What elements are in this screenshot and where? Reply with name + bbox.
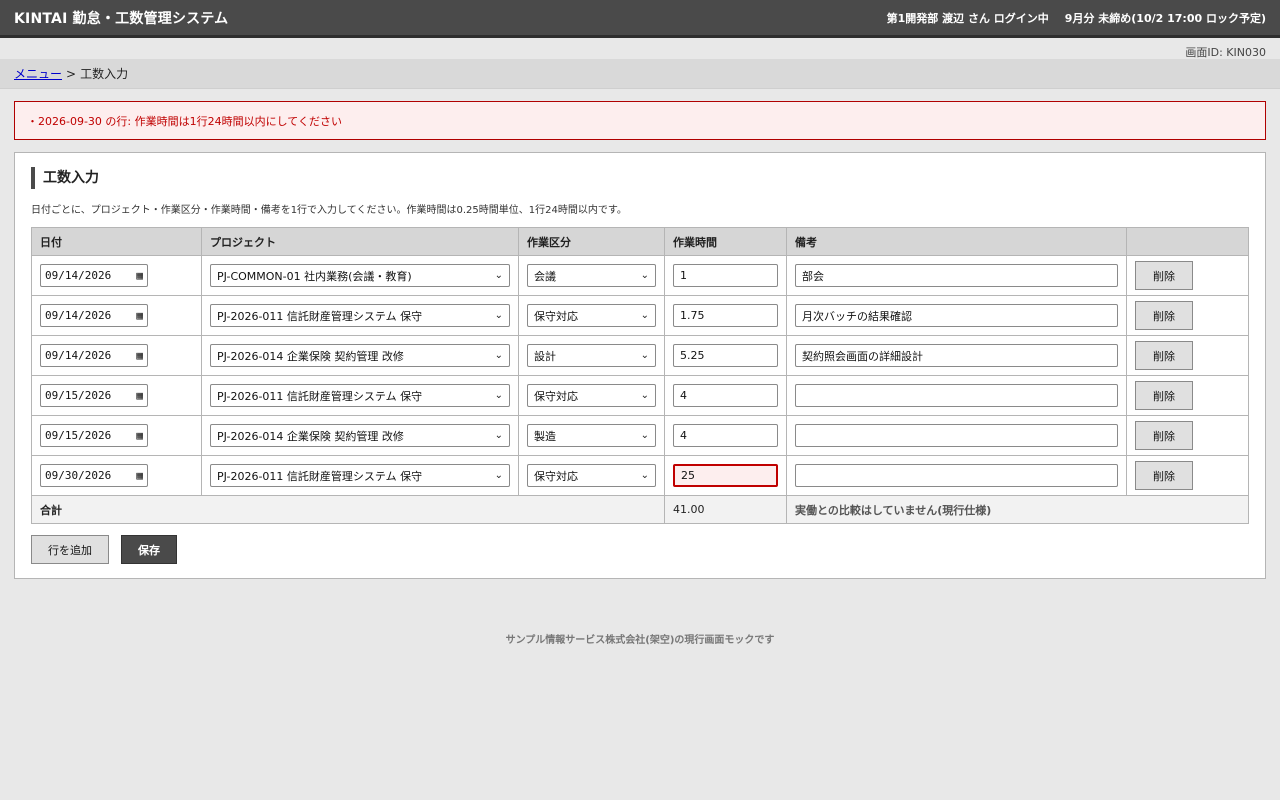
hours-input[interactable]: 4 bbox=[673, 424, 778, 447]
delete-row-button[interactable]: 削除 bbox=[1135, 301, 1193, 330]
action-bar: 行を追加 保存 bbox=[31, 535, 1249, 564]
chevron-down-icon: ⌄ bbox=[640, 350, 649, 361]
total-note: 実働との比較はしていません(現行仕様) bbox=[786, 495, 1249, 524]
hours-input[interactable]: 5.25 bbox=[673, 344, 778, 367]
chevron-down-icon: ⌄ bbox=[640, 270, 649, 281]
delete-row-button[interactable]: 削除 bbox=[1135, 381, 1193, 410]
col-header-note: 備考 bbox=[786, 227, 1127, 256]
breadcrumb: メニュー > 工数入力 bbox=[0, 59, 1280, 89]
task-type-select[interactable]: 保守対応 ⌄ bbox=[527, 304, 656, 327]
work-hours-panel: 工数入力 日付ごとに、プロジェクト・作業区分・作業時間・備考を1行で入力してくだ… bbox=[14, 152, 1266, 579]
project-select[interactable]: PJ-2026-011 信託財産管理システム 保守 ⌄ bbox=[210, 384, 510, 407]
calendar-icon[interactable]: ▦ bbox=[136, 429, 143, 442]
save-button[interactable]: 保存 bbox=[121, 535, 177, 564]
chevron-down-icon: ⌄ bbox=[640, 310, 649, 321]
calendar-icon[interactable]: ▦ bbox=[136, 269, 143, 282]
chevron-down-icon: ⌄ bbox=[494, 270, 503, 281]
chevron-down-icon: ⌄ bbox=[640, 470, 649, 481]
hours-input[interactable]: 1.75 bbox=[673, 304, 778, 327]
col-header-date: 日付 bbox=[31, 227, 202, 256]
breadcrumb-separator: > bbox=[66, 66, 77, 81]
note-input[interactable]: 部会 bbox=[795, 264, 1118, 287]
total-label: 合計 bbox=[31, 495, 665, 524]
calendar-icon[interactable]: ▦ bbox=[136, 349, 143, 362]
chevron-down-icon: ⌄ bbox=[640, 390, 649, 401]
table-header-row: 日付 プロジェクト 作業区分 作業時間 備考 bbox=[31, 227, 1249, 256]
table-row: 09/30/2026 ▦ PJ-2026-011 信託財産管理システム 保守 ⌄ 保… bbox=[31, 455, 1249, 496]
work-hours-table: 日付 プロジェクト 作業区分 作業時間 備考 09/14/2026 ▦ PJ-CO… bbox=[31, 227, 1249, 524]
calendar-icon[interactable]: ▦ bbox=[136, 469, 143, 482]
date-input[interactable]: 09/14/2026 ▦ bbox=[40, 264, 148, 287]
date-input[interactable]: 09/14/2026 ▦ bbox=[40, 344, 148, 367]
delete-row-button[interactable]: 削除 bbox=[1135, 261, 1193, 290]
task-type-select[interactable]: 設計 ⌄ bbox=[527, 344, 656, 367]
table-row: 09/14/2026 ▦ PJ-2026-011 信託財産管理システム 保守 ⌄ 保… bbox=[31, 295, 1249, 336]
note-input[interactable] bbox=[795, 384, 1118, 407]
user-status: 第1開発部 渡辺 さん ログイン中 9月分 未締め(10/2 17:00 ロック… bbox=[887, 10, 1266, 26]
footer-note: サンプル情報サービス株式会社(架空)の現行画面モックです bbox=[505, 635, 775, 646]
task-type-select[interactable]: 会議 ⌄ bbox=[527, 264, 656, 287]
table-row: 09/15/2026 ▦ PJ-2026-014 企業保険 契約管理 改修 ⌄ 製造… bbox=[31, 415, 1249, 456]
chevron-down-icon: ⌄ bbox=[494, 470, 503, 481]
project-select[interactable]: PJ-COMMON-01 社内業務(会議・教育) ⌄ bbox=[210, 264, 510, 287]
hours-input[interactable]: 4 bbox=[673, 384, 778, 407]
delete-row-button[interactable]: 削除 bbox=[1135, 341, 1193, 370]
col-header-project: プロジェクト bbox=[201, 227, 519, 256]
chevron-down-icon: ⌄ bbox=[494, 390, 503, 401]
date-input[interactable]: 09/14/2026 ▦ bbox=[40, 304, 148, 327]
date-input[interactable]: 09/30/2026 ▦ bbox=[40, 464, 148, 487]
chevron-down-icon: ⌄ bbox=[494, 310, 503, 321]
project-select[interactable]: PJ-2026-014 企業保険 契約管理 改修 ⌄ bbox=[210, 344, 510, 367]
hours-input-error[interactable]: 25 bbox=[673, 464, 778, 487]
app-title: KINTAI 勤怠・工数管理システム bbox=[14, 10, 229, 27]
delete-row-button[interactable]: 削除 bbox=[1135, 461, 1193, 490]
panel-title: 工数入力 bbox=[31, 167, 1249, 189]
hours-input[interactable]: 1 bbox=[673, 264, 778, 287]
delete-row-button[interactable]: 削除 bbox=[1135, 421, 1193, 450]
project-select[interactable]: PJ-2026-014 企業保険 契約管理 改修 ⌄ bbox=[210, 424, 510, 447]
total-value: 41.00 bbox=[664, 495, 787, 524]
calendar-icon[interactable]: ▦ bbox=[136, 389, 143, 402]
col-header-task: 作業区分 bbox=[518, 227, 665, 256]
col-header-hours: 作業時間 bbox=[664, 227, 787, 256]
note-input[interactable]: 契約照会画面の詳細設計 bbox=[795, 344, 1118, 367]
note-input[interactable] bbox=[795, 464, 1118, 487]
project-select[interactable]: PJ-2026-011 信託財産管理システム 保守 ⌄ bbox=[210, 304, 510, 327]
login-user: 第1開発部 渡辺 さん ログイン中 bbox=[886, 11, 1049, 25]
task-type-select[interactable]: 保守対応 ⌄ bbox=[527, 384, 656, 407]
project-select[interactable]: PJ-2026-011 信託財産管理システム 保守 ⌄ bbox=[210, 464, 510, 487]
date-input[interactable]: 09/15/2026 ▦ bbox=[40, 424, 148, 447]
table-row: 09/14/2026 ▦ PJ-COMMON-01 社内業務(会議・教育) ⌄ 会議… bbox=[31, 255, 1249, 296]
breadcrumb-menu-link[interactable]: メニュー bbox=[14, 65, 62, 82]
col-header-actions bbox=[1126, 227, 1249, 256]
chevron-down-icon: ⌄ bbox=[494, 430, 503, 441]
note-input[interactable]: 月次バッチの結果確認 bbox=[795, 304, 1118, 327]
table-row: 09/14/2026 ▦ PJ-2026-014 企業保険 契約管理 改修 ⌄ 設計… bbox=[31, 335, 1249, 376]
screen-id: 画面ID: KIN030 bbox=[1185, 46, 1266, 59]
chevron-down-icon: ⌄ bbox=[640, 430, 649, 441]
chevron-down-icon: ⌄ bbox=[494, 350, 503, 361]
breadcrumb-current: 工数入力 bbox=[80, 67, 129, 81]
add-row-button[interactable]: 行を追加 bbox=[31, 535, 109, 564]
period-status: 9月分 未締め(10/2 17:00 ロック予定) bbox=[1064, 11, 1266, 25]
task-type-select[interactable]: 保守対応 ⌄ bbox=[527, 464, 656, 487]
table-row: 09/15/2026 ▦ PJ-2026-011 信託財産管理システム 保守 ⌄ 保… bbox=[31, 375, 1249, 416]
total-row: 合計 41.00 実働との比較はしていません(現行仕様) bbox=[31, 495, 1249, 524]
calendar-icon[interactable]: ▦ bbox=[136, 309, 143, 322]
task-type-select[interactable]: 製造 ⌄ bbox=[527, 424, 656, 447]
error-message: ・2026-09-30 の行: 作業時間は1行24時間以内にしてください bbox=[14, 101, 1266, 140]
top-bar: KINTAI 勤怠・工数管理システム 第1開発部 渡辺 さん ログイン中 9月分… bbox=[0, 0, 1280, 38]
note-input[interactable] bbox=[795, 424, 1118, 447]
date-input[interactable]: 09/15/2026 ▦ bbox=[40, 384, 148, 407]
panel-description: 日付ごとに、プロジェクト・作業区分・作業時間・備考を1行で入力してください。作業… bbox=[31, 205, 627, 216]
